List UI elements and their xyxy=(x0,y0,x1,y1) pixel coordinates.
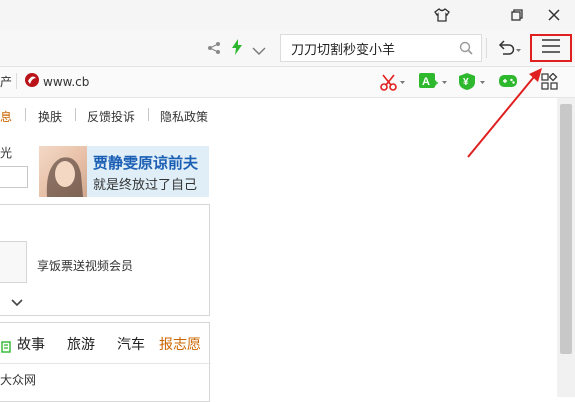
scroll-thumb[interactable] xyxy=(560,104,572,354)
ad-title: 贾静雯原谅前夫 xyxy=(93,154,199,172)
tab-auto[interactable]: 汽车 xyxy=(117,334,145,354)
restore-icon[interactable] xyxy=(498,0,536,30)
tab-travel[interactable]: 旅游 xyxy=(67,334,95,354)
link-dazhong[interactable]: 大众网 xyxy=(0,371,36,388)
site-logo-icon xyxy=(24,72,40,92)
shirt-icon[interactable] xyxy=(423,0,461,30)
nav-link-info[interactable]: 息 xyxy=(0,108,12,125)
divider xyxy=(0,363,211,364)
bookmark-item-cb[interactable]: www.cb xyxy=(24,72,89,92)
grid-icon[interactable] xyxy=(541,72,558,94)
web-content: 息 换肤 反馈投诉 隐私政策 光 贾静雯原谅前夫 就是终放过了自己 享饭票送视频… xyxy=(0,98,557,402)
label-fragment: 光 xyxy=(0,146,13,160)
close-icon[interactable] xyxy=(535,0,573,30)
bookmark-fragment: 产 xyxy=(0,75,13,89)
divider xyxy=(148,108,149,121)
undo-icon[interactable] xyxy=(497,39,521,59)
text-input[interactable] xyxy=(0,166,28,188)
divider xyxy=(486,38,487,58)
menu-icon xyxy=(541,38,561,58)
divider xyxy=(16,73,17,89)
promo-button[interactable] xyxy=(0,241,27,283)
divider xyxy=(75,108,76,121)
search-input[interactable]: 刀刀切割秒变小羊 xyxy=(280,34,482,62)
nav-link-skin[interactable]: 换肤 xyxy=(38,108,62,125)
search-icon[interactable] xyxy=(459,40,473,59)
scrollbar[interactable] xyxy=(557,98,575,397)
promo-panel: 享饭票送视频会员 xyxy=(0,204,210,316)
search-text: 刀刀切割秒变小羊 xyxy=(291,43,396,58)
title-bar xyxy=(0,0,575,30)
lightning-icon[interactable] xyxy=(231,39,243,59)
ad-subtitle: 就是终放过了自己 xyxy=(93,178,198,193)
ad-image xyxy=(39,146,87,197)
chevron-down-icon[interactable] xyxy=(11,293,23,312)
tab-college-apply[interactable]: 报志愿 xyxy=(159,334,201,354)
bookmarks-bar: 产 www.cb A ¥ xyxy=(0,67,575,98)
svg-text:¥: ¥ xyxy=(463,77,469,88)
bookmark-label: www.cb xyxy=(43,75,90,89)
gamepad-icon[interactable] xyxy=(498,73,518,93)
address-bar: 刀刀切割秒变小羊 xyxy=(0,30,575,67)
nav-link-privacy[interactable]: 隐私政策 xyxy=(160,108,208,125)
menu-button[interactable] xyxy=(530,34,572,62)
yen-icon[interactable]: ¥ xyxy=(458,72,486,95)
translate-icon[interactable]: A xyxy=(418,72,448,95)
ad-banner[interactable]: 贾静雯原谅前夫 就是终放过了自己 xyxy=(39,146,209,197)
svg-text:A: A xyxy=(422,76,430,88)
share-icon[interactable] xyxy=(207,40,221,59)
scissors-icon[interactable] xyxy=(380,73,406,95)
tab-story[interactable]: 故事 xyxy=(17,334,45,354)
story-icon xyxy=(1,338,11,357)
nav-link-feedback[interactable]: 反馈投诉 xyxy=(87,108,135,125)
divider xyxy=(25,108,26,121)
promo-text[interactable]: 享饭票送视频会员 xyxy=(37,257,133,274)
chevron-down-icon[interactable] xyxy=(252,41,266,60)
